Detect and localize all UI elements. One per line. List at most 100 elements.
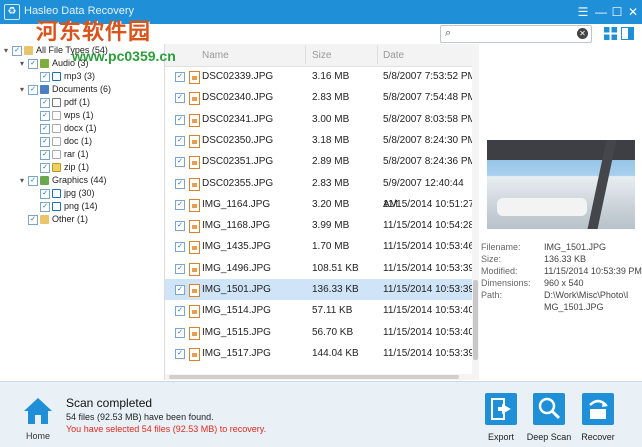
watermark-url: www.pc0359.cn — [72, 48, 176, 64]
table-row[interactable]: ✓ DSC02340.JPG 2.83 MB 5/8/2007 7:54:48 PM — [165, 87, 477, 108]
documents-icon — [40, 85, 49, 95]
row-checkbox[interactable]: ✓ — [175, 348, 185, 359]
image-file-icon — [189, 284, 200, 297]
magnifier-icon — [533, 393, 565, 425]
table-row[interactable]: ✓ DSC02350.JPG 3.18 MB 5/8/2007 8:24:30 PM — [165, 130, 477, 151]
file-name: DSC02340.JPG — [202, 92, 274, 104]
file-date: 5/8/2007 8:24:30 PM — [383, 134, 476, 146]
checkbox[interactable]: ✓ — [40, 162, 50, 173]
checkbox[interactable]: ✓ — [40, 110, 50, 121]
home-button[interactable]: Home — [18, 394, 58, 442]
collapse-icon[interactable]: ▾ — [20, 57, 28, 70]
checkbox[interactable]: ✓ — [28, 58, 38, 69]
file-date: 11/15/2014 10:53:40 — [383, 305, 475, 317]
tree-item-jpg[interactable]: ✓ jpg (30) — [40, 187, 95, 200]
row-checkbox[interactable]: ✓ — [175, 199, 185, 210]
row-checkbox[interactable]: ✓ — [175, 327, 185, 338]
checkbox[interactable]: ✓ — [40, 136, 50, 147]
tree-item-rar[interactable]: ✓ rar (1) — [40, 148, 89, 161]
row-checkbox[interactable]: ✓ — [175, 157, 185, 168]
tree-item-pdf[interactable]: ✓ pdf (1) — [40, 96, 90, 109]
tree-item-graphics[interactable]: ▾ ✓ Graphics (44) — [20, 174, 107, 187]
tree-item-other[interactable]: ✓ Other (1) — [28, 213, 88, 226]
row-checkbox[interactable]: ✓ — [175, 306, 185, 317]
checkbox[interactable]: ✓ — [28, 84, 38, 95]
file-name: IMG_1515.JPG — [202, 326, 271, 338]
file-date: 11/15/2014 10:53:39 — [383, 262, 475, 274]
row-checkbox[interactable]: ✓ — [175, 263, 185, 274]
tree-item-doc[interactable]: ✓ doc (1) — [40, 135, 92, 148]
file-size: 3.00 MB — [312, 113, 350, 125]
column-header-name[interactable]: Name — [202, 50, 229, 61]
row-checkbox[interactable]: ✓ — [175, 285, 185, 295]
export-button[interactable]: Export — [483, 393, 519, 443]
image-file-icon — [189, 220, 200, 234]
row-checkbox[interactable]: ✓ — [175, 72, 185, 82]
clear-search-icon[interactable]: ✕ — [577, 28, 588, 39]
row-checkbox[interactable]: ✓ — [175, 93, 185, 104]
row-checkbox[interactable]: ✓ — [175, 221, 185, 232]
tree-item-zip[interactable]: ✓ zip (1) — [40, 161, 89, 174]
checkbox[interactable]: ✓ — [40, 201, 50, 212]
tree-item-png[interactable]: ✓ png (14) — [40, 200, 98, 213]
table-row[interactable]: ✓ DSC02339.JPG 3.16 MB 5/8/2007 7:53:52 PM — [165, 66, 477, 87]
checkbox[interactable]: ✓ — [40, 97, 50, 108]
maximize-button[interactable]: ☐ — [609, 4, 625, 20]
table-row[interactable]: ✓ IMG_1517.JPG 144.04 KB 11/15/2014 10:53:3… — [165, 343, 477, 364]
deep-scan-button[interactable]: Deep Scan — [527, 393, 571, 443]
search-input[interactable] — [457, 26, 577, 42]
file-size: 2.89 MB — [312, 156, 350, 168]
tree-item-mp3[interactable]: ✓ mp3 (3) — [40, 70, 95, 83]
row-checkbox[interactable]: ✓ — [175, 135, 185, 146]
tree-item-documents[interactable]: ▾ ✓ Documents (6) — [20, 83, 111, 96]
checkbox[interactable]: ✓ — [40, 188, 50, 199]
checkbox[interactable]: ✓ — [12, 45, 22, 56]
checkbox[interactable]: ✓ — [40, 149, 50, 160]
file-date: 5/8/2007 8:03:58 PM — [383, 113, 476, 125]
column-header-date[interactable]: Date — [383, 50, 404, 61]
checkbox[interactable]: ✓ — [40, 123, 50, 134]
collapse-icon[interactable]: ▾ — [4, 44, 12, 57]
table-row[interactable]: ✓ IMG_1514.JPG 57.11 KB 11/15/2014 10:53:40 — [165, 300, 477, 321]
preview-view-icon[interactable] — [621, 27, 634, 40]
table-row[interactable]: ✓ IMG_1164.JPG 3.20 MB 11/15/2014 10:51:27 — [165, 194, 477, 215]
scrollbar-thumb[interactable] — [473, 280, 478, 360]
column-divider[interactable] — [377, 46, 378, 64]
minimize-button[interactable]: — — [593, 4, 609, 20]
row-checkbox[interactable]: ✓ — [175, 178, 185, 189]
column-divider[interactable] — [305, 46, 306, 64]
table-row[interactable]: ✓ IMG_1501.JPG 136.33 KB 11/15/2014 10:53:3… — [165, 279, 477, 300]
menu-icon[interactable]: ☰ — [575, 4, 591, 20]
vertical-scrollbar[interactable] — [472, 44, 479, 380]
row-checkbox[interactable]: ✓ — [175, 114, 185, 125]
table-row[interactable]: ✓ IMG_1168.JPG 3.99 MB 11/15/2014 10:54:28 — [165, 215, 477, 236]
checkbox[interactable]: ✓ — [40, 71, 50, 82]
search-box[interactable]: ⌕ ✕ — [440, 25, 592, 43]
tree-item-wps[interactable]: ✓ wps (1) — [40, 109, 94, 122]
table-row[interactable]: ✓ DSC02355.JPG 2.83 MB 5/9/2007 12:40:44 AM — [165, 173, 477, 210]
table-row[interactable]: ✓ IMG_1515.JPG 56.70 KB 11/15/2014 10:53:40 — [165, 322, 477, 343]
horizontal-scrollbar[interactable] — [165, 374, 472, 380]
file-size: 56.70 KB — [312, 326, 354, 338]
close-button[interactable]: ✕ — [625, 4, 641, 20]
table-row[interactable]: ✓ DSC02341.JPG 3.00 MB 5/8/2007 8:03:58 PM — [165, 109, 477, 130]
path-label: Path: — [481, 290, 503, 300]
checkbox[interactable]: ✓ — [28, 214, 38, 225]
file-name: IMG_1501.JPG — [202, 284, 271, 295]
checkbox[interactable]: ✓ — [28, 175, 38, 186]
collapse-icon[interactable]: ▾ — [20, 83, 28, 96]
row-checkbox[interactable]: ✓ — [175, 242, 185, 253]
scrollbar-thumb[interactable] — [169, 375, 459, 379]
image-file-icon — [189, 177, 200, 191]
recover-button[interactable]: Recover — [580, 393, 616, 443]
table-row[interactable]: ✓ IMG_1496.JPG 108.51 KB 11/15/2014 10:53:3… — [165, 258, 477, 279]
preview-pane: Filename: IMG_1501.JPG Size: 136.33 KB M… — [480, 44, 642, 380]
table-row[interactable]: ✓ DSC02351.JPG 2.89 MB 5/8/2007 8:24:36 PM — [165, 151, 477, 172]
column-header-size[interactable]: Size — [312, 50, 331, 61]
table-row[interactable]: ✓ IMG_1435.JPG 1.70 MB 11/15/2014 10:53:46 — [165, 236, 477, 257]
search-icon: ⌕ — [445, 27, 452, 39]
grid-view-icon[interactable] — [604, 27, 617, 40]
recover-icon — [582, 393, 614, 425]
collapse-icon[interactable]: ▾ — [20, 174, 28, 187]
tree-item-docx[interactable]: ✓ docx (1) — [40, 122, 97, 135]
